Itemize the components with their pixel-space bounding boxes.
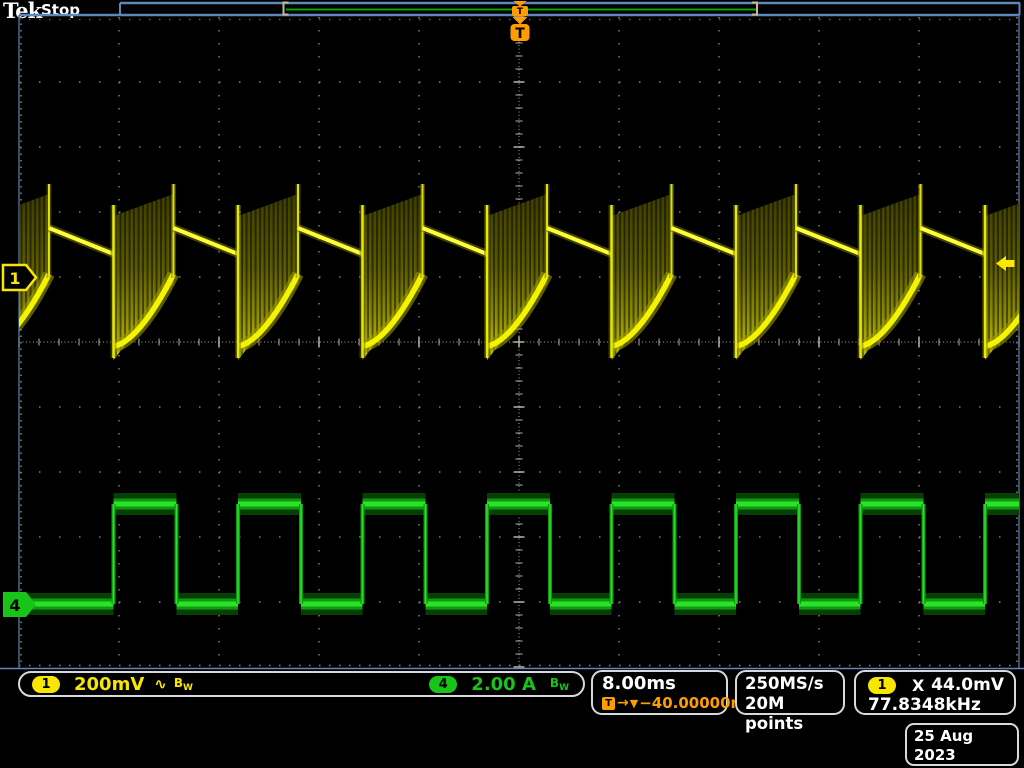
- ch1-trace: [0, 184, 1024, 360]
- trigger-level: 44.0mV: [931, 675, 1004, 695]
- ch4-bandwidth-icon: BW: [550, 676, 569, 693]
- trigger-frequency: 77.8348kHz: [856, 695, 1014, 715]
- ch4-scale: 2.00 A: [471, 674, 536, 695]
- trigger-t-icon: T: [602, 697, 615, 710]
- trigger-delay-readout: T → ▼ −40.00000ns: [602, 694, 726, 713]
- trigger-position-icon: [513, 17, 528, 25]
- ch4-trace: [19, 493, 1019, 615]
- svg-text:4: 4: [9, 596, 20, 615]
- svg-text:T: T: [517, 7, 524, 17]
- datetime-box: 25 Aug 2023 10:50:31: [905, 723, 1019, 766]
- ch1-badge: 1: [32, 676, 60, 693]
- trigger-slope-icon: X: [912, 676, 924, 695]
- trigger-delay-value: −40.00000ns: [639, 694, 750, 713]
- arrow-icon: →: [617, 694, 629, 713]
- timebase-value: 8.00ms: [602, 673, 726, 694]
- record-length: 20M points: [745, 694, 843, 734]
- slope-down-icon: ▼: [630, 694, 638, 713]
- waveform-display: TT14: [0, 0, 1024, 768]
- date-value: 25 Aug 2023: [914, 727, 1017, 765]
- horizontal-readout: 8.00ms T → ▼ −40.00000ns: [591, 670, 728, 715]
- ch1-scale: 200mV: [74, 674, 144, 695]
- svg-text:1: 1: [9, 269, 20, 288]
- sample-rate: 250MS/s: [745, 674, 843, 694]
- ch1-bandwidth-icon: BW: [174, 676, 193, 693]
- trigger-readout: 1 X 44.0mV 77.8348kHz: [854, 670, 1016, 715]
- ch1-coupling-icon: ∿: [154, 675, 167, 693]
- trigger-source-badge: 1: [868, 677, 896, 694]
- channel-readout-bar: 1 200mV ∿ BW 4 2.00 A BW: [18, 671, 585, 697]
- ch4-badge: 4: [429, 676, 457, 693]
- traces: [0, 184, 1024, 615]
- acquisition-readout: 250MS/s 20M points: [735, 670, 845, 715]
- oscilloscope-screen: Tek Stop TT14 1 200mV ∿ BW 4 2.00 A BW 8…: [0, 0, 1024, 768]
- svg-text:T: T: [515, 26, 525, 42]
